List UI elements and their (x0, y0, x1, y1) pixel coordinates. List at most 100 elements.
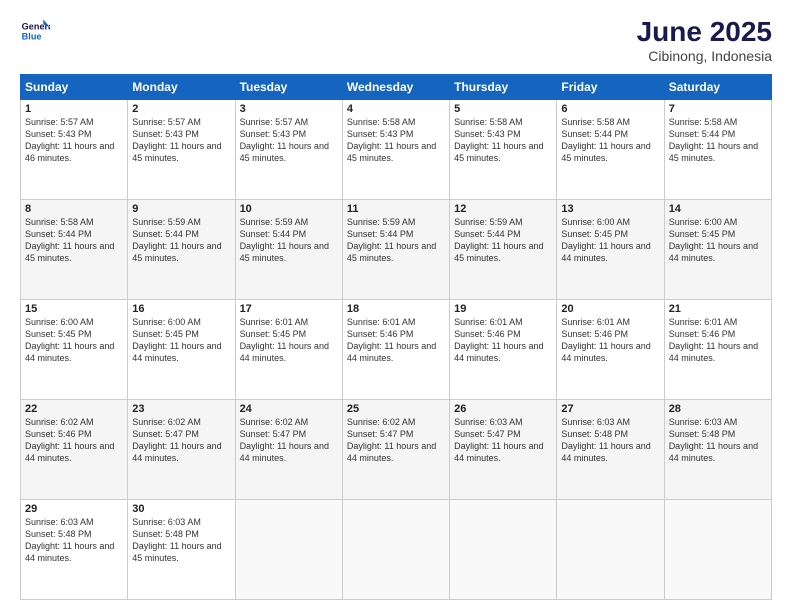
day-cell-16: 16 Sunrise: 6:00 AMSunset: 5:45 PMDaylig… (128, 300, 235, 400)
day-cell-19: 19 Sunrise: 6:01 AMSunset: 5:46 PMDaylig… (450, 300, 557, 400)
logo: General Blue (20, 16, 50, 46)
day-number: 14 (669, 203, 767, 215)
day-cell-5: 5 Sunrise: 5:58 AMSunset: 5:43 PMDayligh… (450, 100, 557, 200)
calendar: Sunday Monday Tuesday Wednesday Thursday… (20, 74, 772, 600)
day-number: 16 (132, 303, 230, 315)
week-row-5: 29 Sunrise: 6:03 AMSunset: 5:48 PMDaylig… (21, 500, 772, 600)
day-cell-3: 3 Sunrise: 5:57 AMSunset: 5:43 PMDayligh… (235, 100, 342, 200)
day-info: Sunrise: 5:58 AMSunset: 5:43 PMDaylight:… (347, 117, 436, 163)
day-cell-28: 28 Sunrise: 6:03 AMSunset: 5:48 PMDaylig… (664, 400, 771, 500)
day-number: 27 (561, 403, 659, 415)
col-monday: Monday (128, 75, 235, 100)
day-number: 22 (25, 403, 123, 415)
day-cell-11: 11 Sunrise: 5:59 AMSunset: 5:44 PMDaylig… (342, 200, 449, 300)
day-info: Sunrise: 6:00 AMSunset: 5:45 PMDaylight:… (132, 317, 221, 363)
col-tuesday: Tuesday (235, 75, 342, 100)
day-info: Sunrise: 5:59 AMSunset: 5:44 PMDaylight:… (454, 217, 543, 263)
day-info: Sunrise: 5:59 AMSunset: 5:44 PMDaylight:… (240, 217, 329, 263)
empty-cell (557, 500, 664, 600)
day-cell-10: 10 Sunrise: 5:59 AMSunset: 5:44 PMDaylig… (235, 200, 342, 300)
day-info: Sunrise: 5:58 AMSunset: 5:44 PMDaylight:… (561, 117, 650, 163)
day-info: Sunrise: 6:02 AMSunset: 5:47 PMDaylight:… (240, 417, 329, 463)
day-cell-21: 21 Sunrise: 6:01 AMSunset: 5:46 PMDaylig… (664, 300, 771, 400)
day-cell-4: 4 Sunrise: 5:58 AMSunset: 5:43 PMDayligh… (342, 100, 449, 200)
day-number: 20 (561, 303, 659, 315)
day-number: 25 (347, 403, 445, 415)
day-cell-1: 1 Sunrise: 5:57 AMSunset: 5:43 PMDayligh… (21, 100, 128, 200)
day-info: Sunrise: 6:01 AMSunset: 5:46 PMDaylight:… (561, 317, 650, 363)
col-thursday: Thursday (450, 75, 557, 100)
day-info: Sunrise: 6:00 AMSunset: 5:45 PMDaylight:… (561, 217, 650, 263)
day-number: 7 (669, 103, 767, 115)
day-info: Sunrise: 5:58 AMSunset: 5:44 PMDaylight:… (25, 217, 114, 263)
header: General Blue June 2025 Cibinong, Indones… (20, 16, 772, 64)
day-info: Sunrise: 6:03 AMSunset: 5:48 PMDaylight:… (561, 417, 650, 463)
day-info: Sunrise: 6:02 AMSunset: 5:46 PMDaylight:… (25, 417, 114, 463)
day-info: Sunrise: 6:03 AMSunset: 5:48 PMDaylight:… (669, 417, 758, 463)
day-number: 12 (454, 203, 552, 215)
day-number: 26 (454, 403, 552, 415)
col-sunday: Sunday (21, 75, 128, 100)
day-cell-30: 30 Sunrise: 6:03 AMSunset: 5:48 PMDaylig… (128, 500, 235, 600)
day-cell-18: 18 Sunrise: 6:01 AMSunset: 5:46 PMDaylig… (342, 300, 449, 400)
day-cell-29: 29 Sunrise: 6:03 AMSunset: 5:48 PMDaylig… (21, 500, 128, 600)
day-cell-14: 14 Sunrise: 6:00 AMSunset: 5:45 PMDaylig… (664, 200, 771, 300)
day-info: Sunrise: 6:01 AMSunset: 5:45 PMDaylight:… (240, 317, 329, 363)
day-number: 6 (561, 103, 659, 115)
day-number: 11 (347, 203, 445, 215)
day-info: Sunrise: 5:59 AMSunset: 5:44 PMDaylight:… (132, 217, 221, 263)
subtitle: Cibinong, Indonesia (637, 48, 772, 64)
day-number: 15 (25, 303, 123, 315)
month-title: June 2025 (637, 16, 772, 48)
day-info: Sunrise: 6:03 AMSunset: 5:48 PMDaylight:… (25, 517, 114, 563)
week-row-2: 8 Sunrise: 5:58 AMSunset: 5:44 PMDayligh… (21, 200, 772, 300)
day-number: 3 (240, 103, 338, 115)
day-cell-15: 15 Sunrise: 6:00 AMSunset: 5:45 PMDaylig… (21, 300, 128, 400)
week-row-1: 1 Sunrise: 5:57 AMSunset: 5:43 PMDayligh… (21, 100, 772, 200)
day-number: 23 (132, 403, 230, 415)
week-row-4: 22 Sunrise: 6:02 AMSunset: 5:46 PMDaylig… (21, 400, 772, 500)
day-number: 9 (132, 203, 230, 215)
day-cell-17: 17 Sunrise: 6:01 AMSunset: 5:45 PMDaylig… (235, 300, 342, 400)
day-cell-20: 20 Sunrise: 6:01 AMSunset: 5:46 PMDaylig… (557, 300, 664, 400)
week-row-3: 15 Sunrise: 6:00 AMSunset: 5:45 PMDaylig… (21, 300, 772, 400)
day-cell-7: 7 Sunrise: 5:58 AMSunset: 5:44 PMDayligh… (664, 100, 771, 200)
day-info: Sunrise: 6:01 AMSunset: 5:46 PMDaylight:… (669, 317, 758, 363)
empty-cell (664, 500, 771, 600)
day-cell-22: 22 Sunrise: 6:02 AMSunset: 5:46 PMDaylig… (21, 400, 128, 500)
day-info: Sunrise: 6:00 AMSunset: 5:45 PMDaylight:… (669, 217, 758, 263)
col-saturday: Saturday (664, 75, 771, 100)
day-info: Sunrise: 6:03 AMSunset: 5:48 PMDaylight:… (132, 517, 221, 563)
svg-text:Blue: Blue (22, 31, 42, 41)
day-cell-26: 26 Sunrise: 6:03 AMSunset: 5:47 PMDaylig… (450, 400, 557, 500)
day-cell-2: 2 Sunrise: 5:57 AMSunset: 5:43 PMDayligh… (128, 100, 235, 200)
title-block: June 2025 Cibinong, Indonesia (637, 16, 772, 64)
logo-icon: General Blue (20, 16, 50, 46)
day-cell-13: 13 Sunrise: 6:00 AMSunset: 5:45 PMDaylig… (557, 200, 664, 300)
day-number: 4 (347, 103, 445, 115)
day-info: Sunrise: 6:02 AMSunset: 5:47 PMDaylight:… (132, 417, 221, 463)
empty-cell (450, 500, 557, 600)
col-wednesday: Wednesday (342, 75, 449, 100)
day-cell-27: 27 Sunrise: 6:03 AMSunset: 5:48 PMDaylig… (557, 400, 664, 500)
day-number: 17 (240, 303, 338, 315)
empty-cell (342, 500, 449, 600)
day-number: 28 (669, 403, 767, 415)
day-info: Sunrise: 6:03 AMSunset: 5:47 PMDaylight:… (454, 417, 543, 463)
day-number: 10 (240, 203, 338, 215)
page: General Blue June 2025 Cibinong, Indones… (0, 0, 792, 612)
day-number: 24 (240, 403, 338, 415)
day-info: Sunrise: 5:58 AMSunset: 5:43 PMDaylight:… (454, 117, 543, 163)
day-number: 29 (25, 503, 123, 515)
day-cell-24: 24 Sunrise: 6:02 AMSunset: 5:47 PMDaylig… (235, 400, 342, 500)
day-cell-25: 25 Sunrise: 6:02 AMSunset: 5:47 PMDaylig… (342, 400, 449, 500)
day-cell-6: 6 Sunrise: 5:58 AMSunset: 5:44 PMDayligh… (557, 100, 664, 200)
day-number: 8 (25, 203, 123, 215)
day-info: Sunrise: 5:57 AMSunset: 5:43 PMDaylight:… (132, 117, 221, 163)
day-info: Sunrise: 5:57 AMSunset: 5:43 PMDaylight:… (240, 117, 329, 163)
day-cell-23: 23 Sunrise: 6:02 AMSunset: 5:47 PMDaylig… (128, 400, 235, 500)
day-number: 18 (347, 303, 445, 315)
day-info: Sunrise: 6:00 AMSunset: 5:45 PMDaylight:… (25, 317, 114, 363)
header-row: Sunday Monday Tuesday Wednesday Thursday… (21, 75, 772, 100)
day-info: Sunrise: 6:01 AMSunset: 5:46 PMDaylight:… (454, 317, 543, 363)
